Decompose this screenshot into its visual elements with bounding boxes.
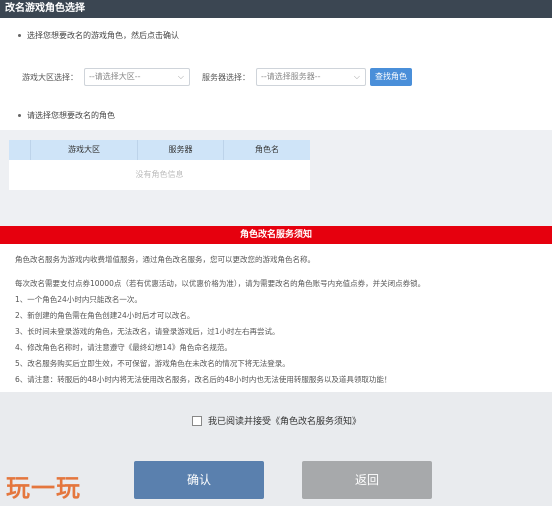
- bullet-icon: [18, 34, 21, 37]
- notice-line: 6、请注意：转服后的48小时内将无法使用改名服务，改名后的48小时内也无法使用转…: [15, 375, 392, 384]
- notice-line: 每次改名需要支付点券10000点（若有优惠活动，以优惠价格为准），请为需要改名的…: [15, 279, 426, 288]
- notice-line: 2、新创建的角色需在角色创建24小时后才可以改名。: [15, 311, 195, 320]
- notice-panel: 角色改名服务为游戏内收费增值服务，通过角色改名服务，您可以更改您的游戏角色名称。…: [0, 244, 552, 392]
- notice-line: 5、改名服务购买后立即生效，不可保留，游戏角色在未改名的情况下将无法登录。: [15, 359, 290, 368]
- notice-line: 3、长时间未登录游戏的角色，无法改名，请登录游戏后，过1小时左右再尝试。: [15, 327, 280, 336]
- column-header-role: 角色名: [255, 145, 279, 154]
- back-button[interactable]: 返回: [302, 461, 432, 499]
- agree-label[interactable]: 我已阅读并接受《角色改名服务须知》: [208, 414, 361, 427]
- server-select[interactable]: --请选择服务器-- ⌵: [256, 68, 366, 86]
- notice-line: 4、修改角色名称时，请注意遵守《最终幻想14》角色命名规范。: [15, 343, 232, 352]
- watermark-logo: 玩一玩: [6, 474, 81, 502]
- table-header: 游戏大区 服务器 角色名: [9, 140, 310, 160]
- role-select-panel: 选择您想要改名的游戏角色，然后点击确认 游戏大区选择： --请选择大区-- ⌵ …: [0, 18, 552, 228]
- role-table: 游戏大区 服务器 角色名 没有角色信息: [9, 140, 310, 190]
- agree-row: 我已阅读并接受《角色改名服务须知》: [192, 414, 361, 427]
- step-2: 请选择您想要改名的角色: [18, 110, 115, 121]
- notice-title: 角色改名服务须知: [0, 226, 552, 244]
- select-column-header: [9, 140, 31, 160]
- search-role-button[interactable]: 查找角色: [370, 68, 412, 86]
- chevron-down-icon: ⌵: [177, 72, 184, 81]
- confirm-button[interactable]: 确认: [134, 461, 264, 499]
- step-1-text: 选择您想要改名的游戏角色，然后点击确认: [27, 31, 179, 40]
- column-header-region: 游戏大区: [31, 140, 138, 160]
- notice-line: 1、一个角色24小时内只能改名一次。: [15, 295, 142, 304]
- step-1: 选择您想要改名的游戏角色，然后点击确认: [18, 30, 179, 41]
- region-select[interactable]: --请选择大区-- ⌵: [84, 68, 190, 86]
- filter-row: 游戏大区选择： --请选择大区-- ⌵ 服务器选择： --请选择服务器-- ⌵ …: [22, 68, 412, 86]
- bullet-icon: [18, 114, 21, 117]
- server-label: 服务器选择：: [202, 72, 250, 82]
- agree-checkbox[interactable]: [192, 415, 202, 426]
- notice-line: 角色改名服务为游戏内收费增值服务，通过角色改名服务，您可以更改您的游戏角色名称。: [15, 255, 315, 264]
- empty-message: 没有角色信息: [135, 170, 184, 179]
- column-header-server: 服务器: [138, 140, 224, 160]
- role-table-area: 游戏大区 服务器 角色名 没有角色信息: [0, 130, 552, 228]
- region-select-value: --请选择大区--: [89, 72, 141, 81]
- step-2-text: 请选择您想要改名的角色: [27, 111, 115, 120]
- window-title: 改名游戏角色选择: [0, 0, 552, 18]
- server-select-value: --请选择服务器--: [261, 72, 321, 81]
- chevron-down-icon: ⌵: [353, 72, 360, 81]
- region-label: 游戏大区选择：: [22, 72, 78, 82]
